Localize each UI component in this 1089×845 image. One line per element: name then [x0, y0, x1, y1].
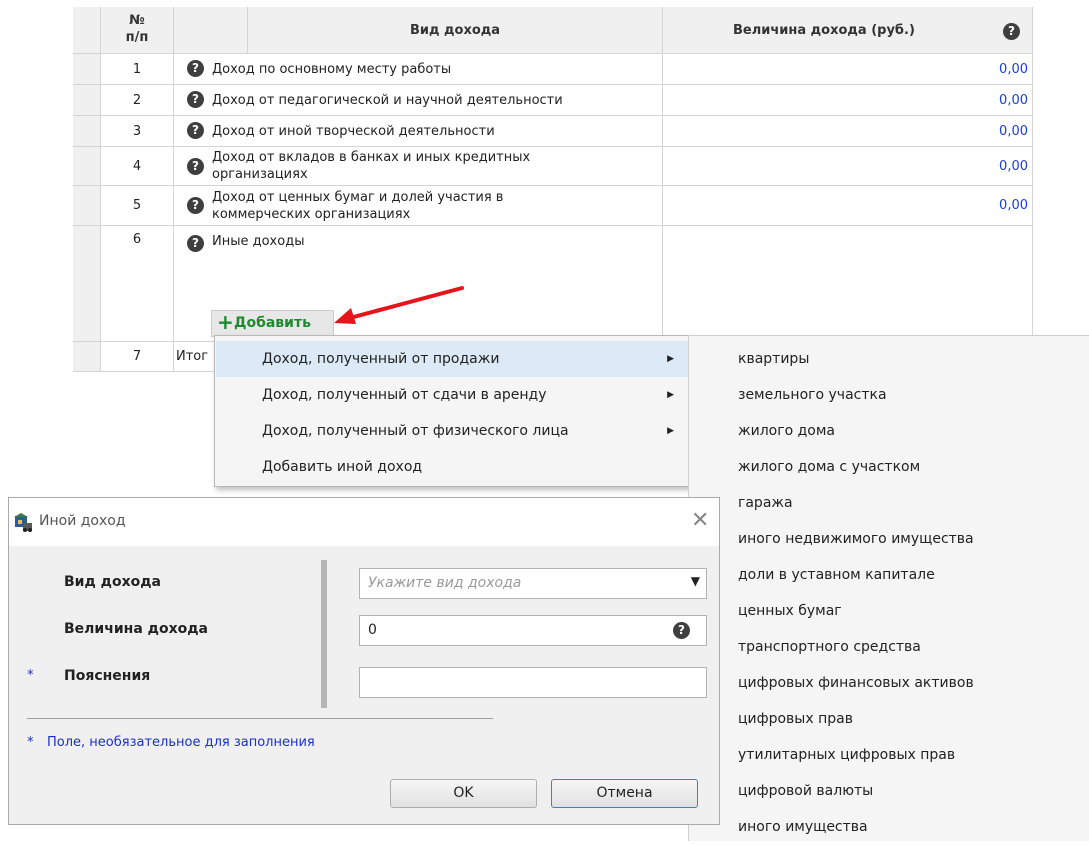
row-value[interactable]: 0,00: [663, 54, 1033, 85]
table-header-gutter: [73, 7, 101, 54]
submenu-item[interactable]: иного имущества: [738, 809, 868, 845]
income-type-placeholder: Укажите вид дохода: [368, 575, 522, 591]
ok-button[interactable]: OK: [390, 779, 537, 808]
row-num: 5: [101, 186, 174, 226]
income-amount-input[interactable]: 0 ?: [359, 615, 707, 646]
plus-icon: +: [217, 310, 234, 334]
submenu-item[interactable]: жилого дома: [738, 413, 835, 449]
help-icon[interactable]: ?: [673, 622, 690, 639]
table-row-income-type: ? Доход от педагогической и научной деят…: [174, 85, 663, 116]
row-gutter: [73, 116, 101, 147]
menu-item-other-income[interactable]: Добавить иной доход: [216, 449, 688, 485]
row-value[interactable]: 0,00: [663, 186, 1033, 226]
table-row-income-type: ? Доход по основному месту работы: [174, 54, 663, 85]
submenu-item[interactable]: цифровой валюты: [738, 773, 873, 809]
row-num: 2: [101, 85, 174, 116]
dialog-titlebar: Иной доход ✕: [9, 498, 719, 546]
footnote-mark: *: [27, 735, 34, 750]
submenu-item[interactable]: гаража: [738, 485, 793, 521]
context-menu: Доход, полученный от продажи ▶ Доход, по…: [214, 335, 690, 487]
row-label: Доход по основному месту работы: [212, 62, 452, 77]
footnote-separator: [27, 718, 493, 719]
submenu-item[interactable]: квартиры: [738, 341, 809, 377]
notes-label: Пояснения: [64, 668, 151, 684]
menu-item-person[interactable]: Доход, полученный от физического лица ▶: [216, 413, 688, 449]
row-num: 3: [101, 116, 174, 147]
add-button-label: Добавить: [234, 315, 311, 331]
row-num: 6: [101, 226, 174, 342]
row-gutter: [73, 186, 101, 226]
menu-item-label: Доход, полученный от сдачи в аренду: [262, 387, 547, 403]
help-icon[interactable]: ?: [187, 60, 204, 77]
chevron-down-icon: ▼: [690, 574, 700, 588]
table-header-empty: [174, 7, 248, 54]
table-row-income-type: ? Доход от вкладов в банках и иных креди…: [174, 147, 663, 186]
menu-item-label: Доход, полученный от физического лица: [262, 423, 569, 439]
income-amount-label: Величина дохода: [64, 621, 208, 637]
help-icon[interactable]: ?: [187, 158, 204, 175]
row-gutter: [73, 342, 101, 372]
help-icon[interactable]: ?: [187, 91, 204, 108]
income-type-label: Вид дохода: [64, 574, 161, 590]
annotation-arrow: [334, 286, 464, 324]
help-icon[interactable]: ?: [187, 197, 204, 214]
app-icon: [14, 513, 32, 532]
footnote-text: Поле, необязательное для заполнения: [47, 735, 315, 750]
table-header-amount: Величина дохода (руб.): [663, 7, 1033, 54]
submenu-item[interactable]: иного недвижимого имущества: [738, 521, 974, 557]
row-gutter: [73, 226, 101, 342]
submenu-arrow-icon: ▶: [667, 390, 674, 400]
submenu-item[interactable]: цифровых финансовых активов: [738, 665, 974, 701]
submenu-item[interactable]: цифровых прав: [738, 701, 853, 737]
close-icon[interactable]: ✕: [691, 507, 709, 535]
submenu-item[interactable]: земельного участка: [738, 377, 887, 413]
menu-item-rent[interactable]: Доход, полученный от сдачи в аренду ▶: [216, 377, 688, 413]
submenu-item[interactable]: доли в уставном капитале: [738, 557, 935, 593]
row-value: [663, 226, 1033, 342]
row-label: Доход от иной творческой деятельности: [212, 124, 495, 139]
row-num: 1: [101, 54, 174, 85]
dialog-title: Иной доход: [39, 513, 126, 529]
cancel-button[interactable]: Отмена: [551, 779, 698, 808]
notes-input[interactable]: [359, 667, 707, 698]
form-separator: [321, 560, 327, 708]
row-gutter: [73, 54, 101, 85]
row-num: 7: [101, 342, 174, 372]
submenu-arrow-icon: ▶: [667, 354, 674, 364]
menu-item-label: Добавить иной доход: [262, 459, 423, 475]
other-income-dialog: Иной доход ✕ Вид дохода Величина дохода …: [8, 497, 720, 825]
table-row-income-type: ? Доход от иной творческой деятельности: [174, 116, 663, 147]
required-mark: *: [27, 668, 34, 683]
submenu-item[interactable]: ценных бумаг: [738, 593, 842, 629]
row-value[interactable]: 0,00: [663, 116, 1033, 147]
row-gutter: [73, 85, 101, 116]
row-gutter: [73, 147, 101, 186]
row-label: Доход от ценных бумаг и долей участия в …: [212, 190, 504, 222]
row-value[interactable]: 0,00: [663, 85, 1033, 116]
menu-item-label: Доход, полученный от продажи: [262, 351, 500, 367]
submenu-item[interactable]: утилитарных цифровых прав: [738, 737, 955, 773]
row-value[interactable]: 0,00: [663, 147, 1033, 186]
submenu-arrow-icon: ▶: [667, 426, 674, 436]
add-button[interactable]: + Добавить: [211, 310, 334, 337]
table-header-num: № п/п: [101, 7, 174, 54]
income-amount-value: 0: [368, 622, 377, 638]
row-num: 4: [101, 147, 174, 186]
row-label: Иные доходы: [212, 234, 305, 249]
row-label: Доход от педагогической и научной деятел…: [212, 93, 563, 108]
row-label: Доход от вкладов в банках и иных кредитн…: [212, 150, 531, 182]
submenu-item[interactable]: жилого дома с участком: [738, 449, 920, 485]
table-header-type: Вид дохода: [248, 7, 663, 54]
submenu: квартиры земельного участка жилого дома …: [688, 335, 1089, 841]
table-row-income-type: ? Доход от ценных бумаг и долей участия …: [174, 186, 663, 226]
submenu-item[interactable]: транспортного средства: [738, 629, 921, 665]
menu-item-sale[interactable]: Доход, полученный от продажи ▶: [216, 341, 688, 377]
help-icon[interactable]: ?: [187, 122, 204, 139]
help-icon[interactable]: ?: [1003, 23, 1020, 40]
help-icon[interactable]: ?: [187, 235, 204, 252]
income-type-select[interactable]: Укажите вид дохода ▼: [359, 568, 707, 599]
